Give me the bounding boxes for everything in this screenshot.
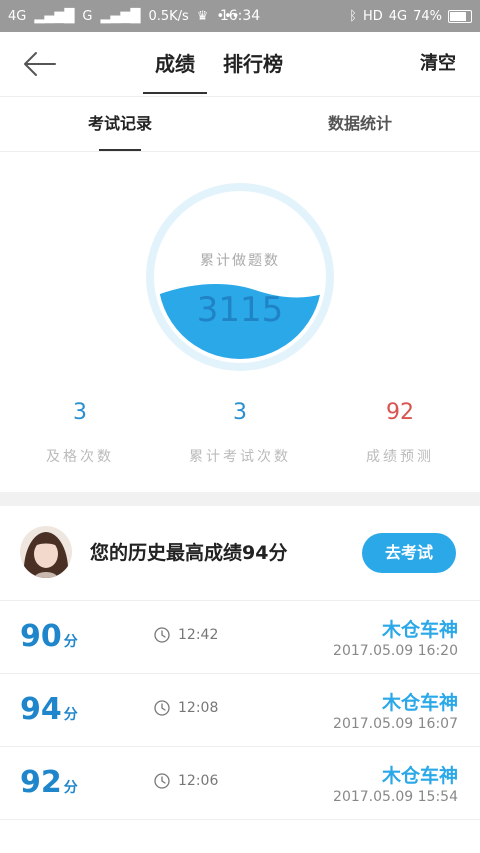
- gauge-area: 累计做题数 3115 3 及格次数 3 累计考试次数 92 成绩预测: [0, 152, 480, 492]
- clock-icon: [154, 773, 170, 789]
- stat-label: 及格次数: [46, 449, 114, 465]
- duration-text: 12:06: [178, 773, 219, 789]
- record-row[interactable]: 90 分 12:42 木仓车神 2017.05.09 16:20: [0, 601, 480, 674]
- gauge-label: 累计做题数: [200, 253, 280, 269]
- progress-gauge: 累计做题数 3115: [145, 182, 335, 372]
- record-duration: 12:08: [154, 700, 218, 716]
- record-user-name: 木仓车神: [381, 765, 458, 787]
- stat-score-prediction: 92 成绩预测: [320, 400, 480, 466]
- stats-row: 3 及格次数 3 累计考试次数 92 成绩预测: [0, 400, 480, 466]
- nav-bar: 成绩 排行榜 清空: [0, 32, 480, 97]
- duration-text: 12:08: [178, 700, 219, 716]
- clock-icon: [154, 700, 170, 716]
- go-exam-button[interactable]: 去考试: [362, 533, 456, 573]
- stat-pass-count: 3 及格次数: [0, 400, 160, 466]
- record-date: 2017.05.09 16:20: [333, 643, 458, 659]
- tab-scores[interactable]: 成绩: [143, 32, 207, 96]
- score-value: 92: [20, 765, 62, 800]
- record-row[interactable]: 94 分 12:08 木仓车神 2017.05.09 16:07: [0, 674, 480, 747]
- record-date: 2017.05.09 15:54: [333, 789, 458, 805]
- clock-icon: [154, 627, 170, 643]
- record-score: 90 分: [20, 619, 78, 654]
- section-divider: [0, 492, 480, 506]
- network-4g-right: 4G: [388, 8, 408, 24]
- record-row[interactable]: 92 分 12:06 木仓车神 2017.05.09 15:54: [0, 747, 480, 820]
- back-arrow-icon[interactable]: [22, 50, 58, 78]
- score-value: 90: [20, 619, 62, 654]
- nav-tabs: 成绩 排行榜: [143, 32, 283, 96]
- record-score: 92 分: [20, 765, 78, 800]
- tab-exam-records[interactable]: 考试记录: [0, 97, 240, 151]
- records-list: 90 分 12:42 木仓车神 2017.05.09 16:20 94 分 12:0…: [0, 601, 480, 820]
- battery-icon: [448, 9, 472, 23]
- signal-icon-2: ▂▄▆█: [100, 8, 141, 24]
- best-score-text: 您的历史最高成绩94分: [90, 542, 288, 564]
- score-unit: 分: [63, 707, 78, 723]
- battery-percent: 74%: [413, 8, 442, 24]
- network-4g: 4G: [8, 8, 27, 24]
- sub-tabs: 考试记录 数据统计: [0, 97, 480, 152]
- score-unit: 分: [63, 634, 78, 650]
- stat-exam-count: 3 累计考试次数: [160, 400, 320, 466]
- stat-value: 3: [73, 400, 87, 425]
- network-speed: 0.5K/s: [148, 8, 189, 24]
- stat-label: 累计考试次数: [189, 449, 291, 465]
- record-user-name: 木仓车神: [381, 692, 458, 714]
- score-value: 94: [20, 692, 62, 727]
- avatar: [20, 526, 72, 578]
- duration-text: 12:42: [178, 627, 219, 643]
- record-duration: 12:06: [154, 773, 218, 789]
- stat-value: 3: [233, 400, 247, 425]
- crown-icon: ♛: [196, 8, 209, 24]
- record-duration: 12:42: [154, 627, 218, 643]
- hd-label: HD: [362, 8, 383, 24]
- stat-value: 92: [386, 400, 414, 425]
- gauge-value: 3115: [196, 290, 284, 330]
- record-date: 2017.05.09 16:07: [333, 716, 458, 732]
- tab-ranking[interactable]: 排行榜: [223, 32, 283, 96]
- gauge-graphic: [146, 183, 334, 371]
- more-icon: •••: [216, 8, 240, 24]
- best-score-row: 您的历史最高成绩94分 去考试: [0, 506, 480, 601]
- record-score: 94 分: [20, 692, 78, 727]
- avatar-image: [20, 526, 72, 578]
- tab-data-statistics[interactable]: 数据统计: [240, 97, 480, 151]
- clear-button[interactable]: 清空: [420, 32, 456, 96]
- signal-icon: ▂▄▆█: [34, 8, 75, 24]
- bluetooth-icon: ᛒ: [349, 8, 357, 24]
- stat-label: 成绩预测: [366, 449, 434, 465]
- status-bar: 4G ▂▄▆█ G ▂▄▆█ 0.5K/s ♛ ••• 16:34 ᛒ HD 4…: [0, 0, 480, 32]
- score-unit: 分: [63, 780, 78, 796]
- network-g: G: [82, 8, 93, 24]
- record-user-name: 木仓车神: [381, 619, 458, 641]
